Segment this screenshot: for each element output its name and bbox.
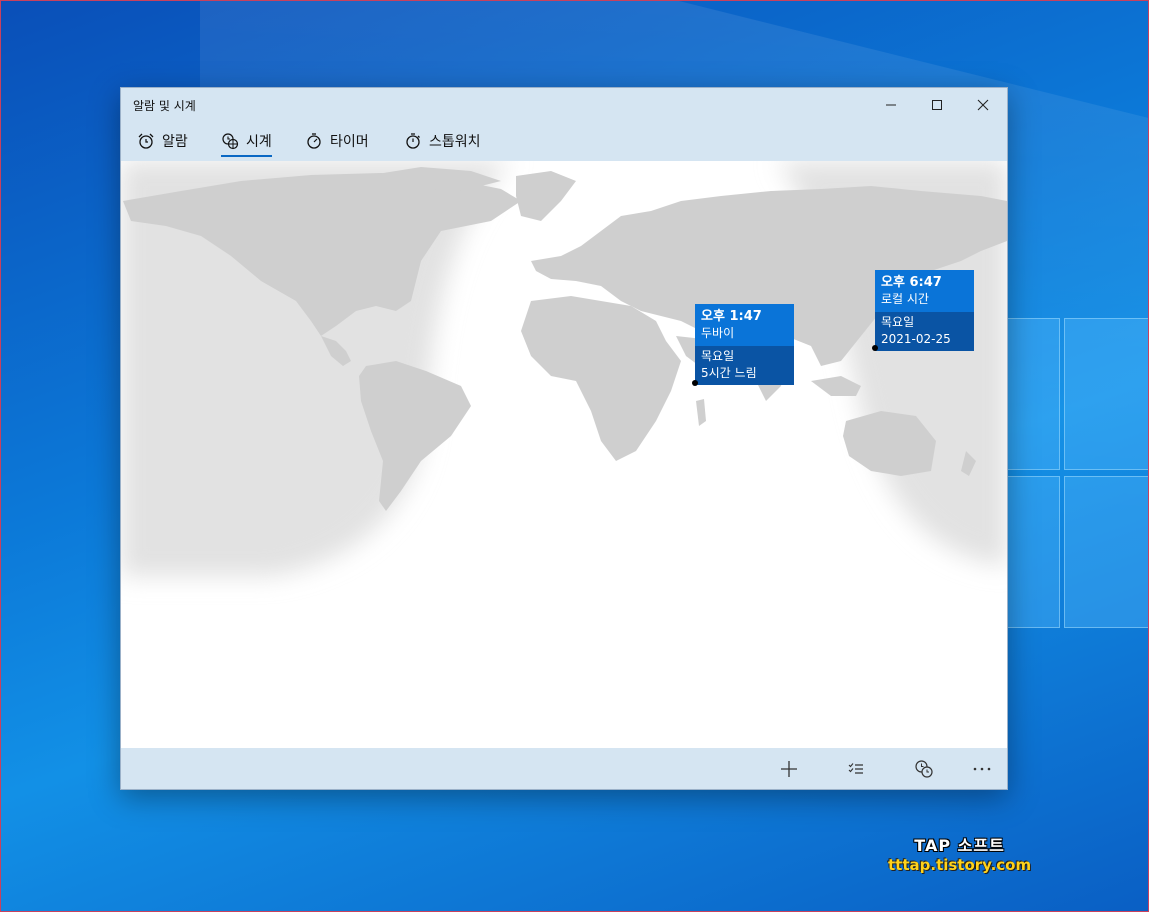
city-date: 2021-02-25 [881,332,951,346]
city-pin-local [872,345,878,351]
app-title: 알람 및 시계 [133,99,196,113]
tab-alarm[interactable]: 알람 [137,121,188,161]
stopwatch-icon [406,133,420,149]
city-pin-dubai [692,380,698,386]
city-day: 목요일 [881,315,915,329]
maximize-button[interactable] [914,88,960,121]
add-icon [781,760,797,777]
command-bar [121,748,1007,789]
maximize-icon [932,99,942,110]
minimize-button[interactable] [868,88,914,121]
close-icon [977,99,989,110]
more-icon [973,767,991,770]
city-time: 오후 6:47 [881,275,942,290]
city-name: 로컬 시간 [881,292,929,306]
tab-timer[interactable]: 타이머 [305,121,369,161]
tab-clock[interactable]: 시계 [221,121,272,161]
watermark-url: tttap.tistory.com [888,856,1032,874]
tab-stopwatch[interactable]: 스톱워치 [404,121,481,161]
alarms-clock-window: 알람 및 시계 알람 시계 타이머 스톱워치 오후 1:47 두바이 목요일 5… [120,87,1008,790]
tab-stopwatch-label: 스톱워치 [429,134,481,150]
minimize-icon [886,104,896,105]
city-day: 목요일 [701,349,735,363]
compare-button[interactable] [901,748,947,789]
city-name: 두바이 [701,326,735,340]
watermark: TAP 소프트 tttap.tistory.com [888,832,1031,874]
city-card-dubai[interactable]: 오후 1:47 두바이 목요일 5시간 느림 [695,304,794,385]
windows-logo-wallpaper [1006,318,1149,658]
more-button[interactable] [959,748,1005,789]
select-list-icon [848,762,863,774]
world-clock-icon [222,133,239,150]
tab-timer-label: 타이머 [330,134,369,150]
watermark-title: TAP 소프트 [914,836,1005,855]
city-card-local[interactable]: 오후 6:47 로컬 시간 목요일 2021-02-25 [875,270,974,351]
add-city-button[interactable] [766,748,812,789]
city-time: 오후 1:47 [701,309,762,324]
world-map-svg [121,161,1007,576]
nav-tabs: 알람 시계 타이머 스톱워치 [121,121,1007,161]
select-button[interactable] [833,748,879,789]
tab-alarm-label: 알람 [162,134,188,150]
city-offset: 5시간 느림 [701,366,757,380]
tab-clock-label: 시계 [246,134,272,150]
compare-clocks-icon [915,759,933,778]
title-bar[interactable]: 알람 및 시계 [121,88,1007,121]
close-button[interactable] [960,88,1006,121]
world-map: 오후 1:47 두바이 목요일 5시간 느림 오후 6:47 로컬 시간 목요일… [121,161,1007,748]
timer-icon [307,133,321,149]
alarm-clock-icon [138,133,154,149]
